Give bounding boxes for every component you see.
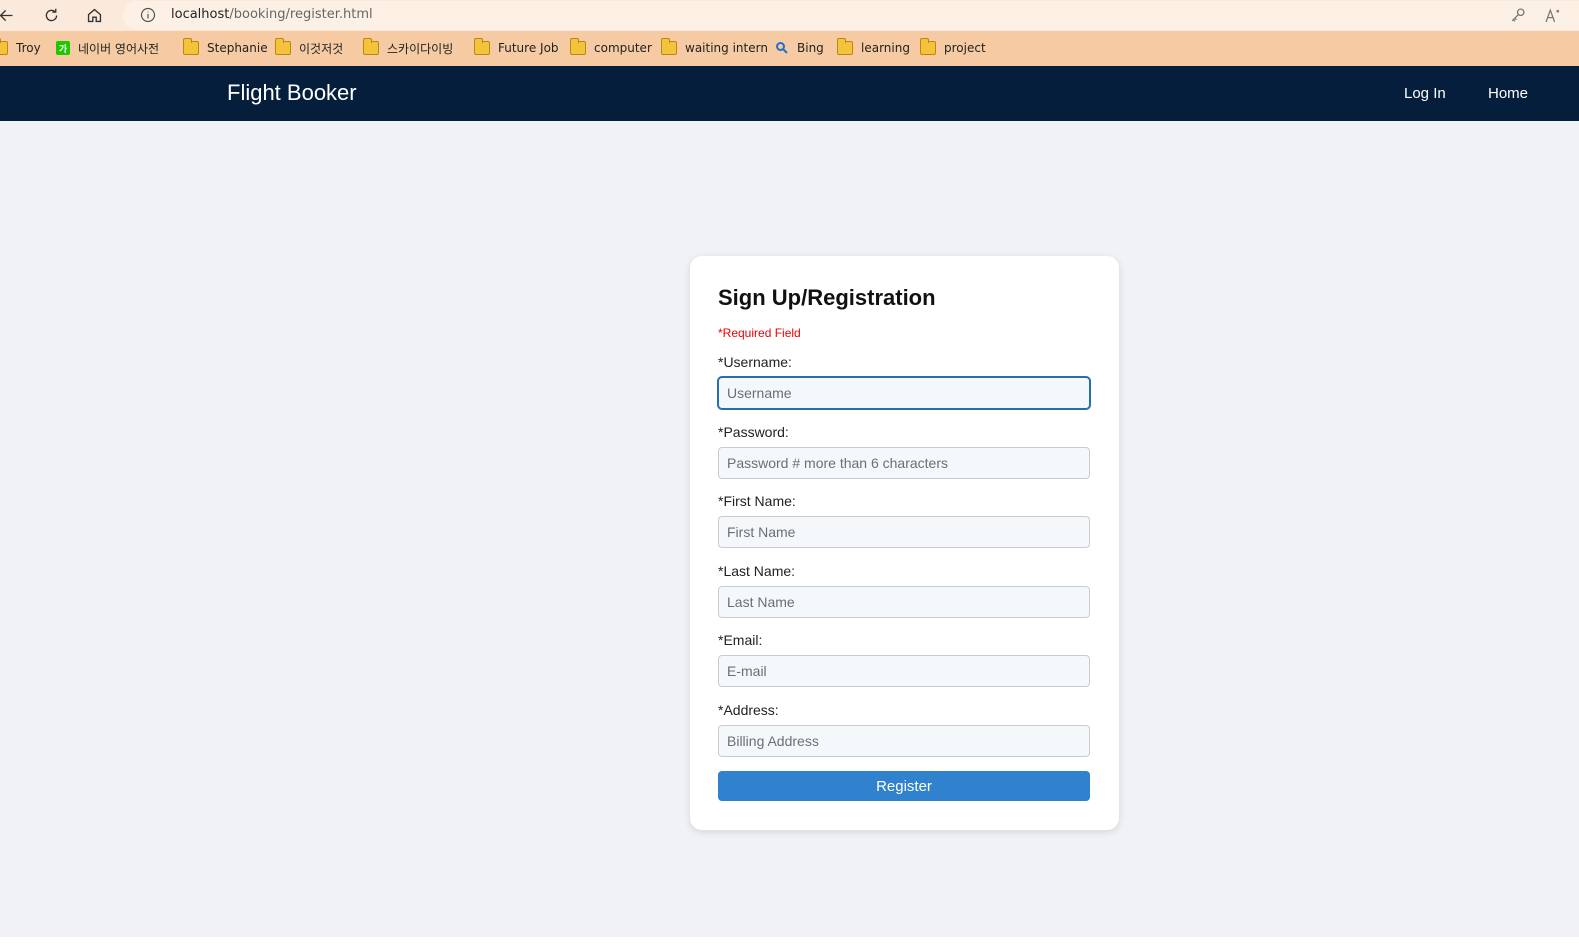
bookmark-label: Future Job (498, 41, 559, 55)
required-field-note: *Required Field (718, 326, 801, 340)
folder-icon (183, 38, 199, 55)
bookmarks-bar: Troy 가 네이버 영어사전 Stephanie 이것저것 스카이다이빙 Fut… (0, 31, 1579, 66)
folder-icon (920, 38, 936, 55)
bookmark-stephanie[interactable]: Stephanie (183, 38, 268, 56)
bookmark-label: project (944, 41, 986, 55)
bookmark-label: 스카이다이빙 (387, 41, 454, 56)
read-aloud-icon[interactable] (1545, 7, 1562, 24)
bottom-edge (0, 937, 1579, 945)
password-label: *Password: (718, 424, 789, 440)
first-name-label: *First Name: (718, 493, 796, 509)
site-info-icon[interactable] (140, 7, 156, 23)
naver-icon: 가 (56, 41, 70, 55)
bookmark-future-job[interactable]: Future Job (474, 38, 559, 56)
home-link[interactable]: Home (1488, 85, 1528, 102)
bookmark-label: Bing (797, 41, 824, 55)
brand-logo[interactable]: Flight Booker (227, 80, 357, 106)
bookmark-label: 네이버 영어사전 (78, 41, 160, 56)
folder-icon (837, 38, 853, 55)
bookmark-computer[interactable]: computer (570, 38, 652, 56)
bookmark-label: Troy (16, 41, 41, 55)
folder-icon (275, 38, 291, 55)
username-label: *Username: (718, 354, 792, 370)
key-icon[interactable] (1509, 7, 1526, 24)
bookmark-skydiving[interactable]: 스카이다이빙 (363, 38, 454, 56)
url-host: localhost (171, 7, 230, 22)
password-input[interactable] (718, 447, 1090, 479)
last-name-label: *Last Name: (718, 563, 796, 579)
url-path: /booking/register.html (229, 7, 373, 22)
bookmark-label: Stephanie (207, 41, 268, 55)
email-label: *Email: (718, 632, 763, 648)
bookmark-misc[interactable]: 이것저것 (275, 38, 344, 56)
bookmark-project[interactable]: project (920, 38, 986, 56)
search-icon (776, 42, 788, 54)
email-input[interactable] (718, 655, 1090, 687)
browser-toolbar: localhost/booking/register.html (0, 0, 1579, 31)
bookmark-learning[interactable]: learning (837, 38, 910, 56)
address-input[interactable] (718, 725, 1090, 757)
folder-icon (570, 38, 586, 55)
bookmark-label: learning (861, 41, 910, 55)
address-label: *Address: (718, 702, 779, 718)
first-name-input[interactable] (718, 516, 1090, 548)
login-link[interactable]: Log In (1404, 85, 1446, 102)
bookmark-label: computer (594, 41, 652, 55)
folder-icon (0, 38, 8, 55)
reload-icon[interactable] (39, 4, 63, 26)
form-title: Sign Up/Registration (718, 285, 936, 310)
registration-card: Sign Up/Registration *Required Field *Us… (690, 256, 1119, 830)
folder-icon (661, 38, 677, 55)
url-text[interactable]: localhost/booking/register.html (171, 7, 373, 22)
register-button[interactable]: Register (718, 771, 1090, 801)
back-arrow-icon[interactable] (0, 4, 18, 26)
home-icon[interactable] (82, 4, 106, 26)
folder-icon (474, 38, 490, 55)
bookmark-troy[interactable]: Troy (0, 38, 41, 56)
username-input[interactable] (718, 377, 1090, 409)
last-name-input[interactable] (718, 586, 1090, 618)
site-navbar: Flight Booker Log In Home (0, 66, 1579, 121)
bookmark-label: waiting intern (685, 41, 768, 55)
bookmark-bing[interactable]: Bing (775, 40, 824, 56)
bookmark-waiting-intern[interactable]: waiting intern (661, 38, 768, 56)
bookmark-naver-dictionary[interactable]: 가 네이버 영어사전 (56, 40, 159, 56)
folder-icon (363, 38, 379, 55)
bookmark-label: 이것저것 (299, 41, 344, 56)
